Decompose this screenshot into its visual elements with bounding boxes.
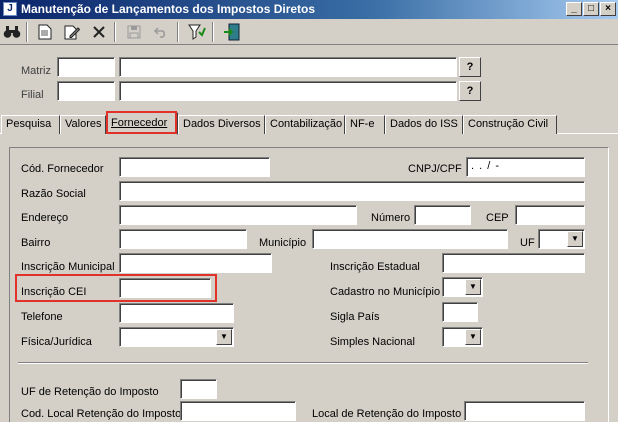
uf-label: UF (520, 237, 535, 249)
uf-select[interactable]: ▼ (538, 229, 585, 249)
window-title: Manutenção de Lançamentos dos Impostos D… (21, 2, 316, 16)
municipio-label: Município (259, 237, 307, 249)
tab-dados-diversos[interactable]: Dados Diversos (178, 115, 265, 134)
inscricao-estadual-label: Inscrição Estadual (330, 261, 420, 273)
toolbar-separator (212, 22, 214, 42)
inscricao-municipal-field[interactable] (119, 253, 272, 273)
toolbar-separator (26, 22, 28, 42)
cod-local-retencao-label: Cod. Local Retenção do Imposto (21, 408, 182, 420)
cei-highlight-box (15, 274, 217, 302)
filial-lookup-button[interactable]: ? (459, 81, 481, 101)
numero-field[interactable] (414, 205, 471, 225)
bairro-label: Bairro (21, 237, 51, 249)
razao-social-field[interactable] (119, 181, 585, 201)
fisica-juridica-label: Física/Jurídica (21, 336, 92, 348)
save-disk-icon[interactable] (123, 21, 145, 43)
local-retencao-label: Local de Retenção do Imposto (312, 408, 462, 420)
inscricao-municipal-label: Inscrição Municipal (21, 261, 115, 273)
endereco-field[interactable] (119, 205, 357, 225)
uf-retencao-label: UF de Retenção do Imposto (21, 386, 159, 398)
filial-name-field[interactable] (119, 81, 457, 101)
tab-construcao-civil[interactable]: Construção Civil (463, 115, 557, 134)
chevron-down-icon[interactable]: ▼ (567, 231, 583, 247)
tab-pesquisa[interactable]: Pesquisa (1, 115, 60, 134)
title-bar: J Manutenção de Lançamentos dos Impostos… (0, 0, 618, 19)
endereco-label: Endereço (21, 212, 69, 224)
simples-nacional-label: Simples Nacional (330, 336, 415, 348)
binoculars-icon[interactable] (1, 21, 23, 43)
matriz-code-field[interactable] (57, 57, 115, 77)
cep-field[interactable] (515, 205, 585, 225)
telefone-field[interactable] (119, 303, 234, 323)
toolbar-separator (114, 22, 116, 42)
cod-local-retencao-field[interactable] (180, 401, 296, 421)
cnpj-cpf-label: CNPJ/CPF (408, 163, 462, 175)
chevron-down-icon[interactable]: ▼ (465, 279, 481, 295)
local-retencao-field[interactable] (464, 401, 585, 421)
cod-fornecedor-label: Cód. Fornecedor (21, 163, 104, 175)
section-divider (18, 362, 588, 364)
chevron-down-icon[interactable]: ▼ (216, 329, 232, 345)
filial-label: Filial (21, 89, 44, 101)
exit-door-icon[interactable] (221, 21, 243, 43)
delete-x-icon[interactable] (88, 21, 110, 43)
inscricao-estadual-field[interactable] (442, 253, 585, 273)
sigla-pais-label: Sigla País (330, 311, 380, 323)
telefone-label: Telefone (21, 311, 63, 323)
maximize-button[interactable]: □ (583, 2, 599, 16)
matriz-label: Matriz (21, 65, 51, 77)
tab-valores[interactable]: Valores (60, 115, 106, 134)
matriz-name-field[interactable] (119, 57, 457, 77)
cep-label: CEP (486, 212, 509, 224)
toolbar (0, 19, 618, 45)
toolbar-separator (177, 22, 179, 42)
municipio-field[interactable] (312, 229, 508, 249)
uf-retencao-field[interactable] (180, 379, 217, 399)
tab-contabilizacao[interactable]: Contabilização (265, 115, 345, 134)
chevron-down-icon[interactable]: ▼ (465, 329, 481, 345)
tab-nfe[interactable]: NF-e (345, 115, 385, 134)
sigla-pais-field[interactable] (442, 302, 478, 322)
bairro-field[interactable] (119, 229, 247, 249)
cadastro-municipio-label: Cadastro no Município (330, 286, 441, 298)
close-button[interactable]: × (600, 2, 616, 16)
new-document-icon[interactable] (34, 21, 56, 43)
filter-icon[interactable] (186, 21, 208, 43)
app-icon: J (3, 2, 17, 16)
minimize-button[interactable]: _ (566, 2, 582, 16)
cadastro-municipio-select[interactable]: ▼ (442, 277, 483, 297)
tab-dados-iss[interactable]: Dados do ISS (385, 115, 463, 134)
matriz-lookup-button[interactable]: ? (459, 57, 481, 77)
tab-highlight-box (106, 111, 177, 134)
cnpj-cpf-field[interactable]: . . / - (466, 157, 585, 177)
undo-icon[interactable] (150, 21, 172, 43)
filial-code-field[interactable] (57, 81, 115, 101)
edit-document-icon[interactable] (61, 21, 83, 43)
simples-nacional-select[interactable]: ▼ (442, 327, 483, 347)
cod-fornecedor-field[interactable] (119, 157, 270, 177)
tab-strip: Pesquisa Valores Fornecedor Dados Divers… (0, 112, 618, 135)
numero-label: Número (371, 212, 411, 224)
razao-social-label: Razão Social (21, 188, 86, 200)
fisica-juridica-select[interactable]: ▼ (119, 327, 234, 347)
